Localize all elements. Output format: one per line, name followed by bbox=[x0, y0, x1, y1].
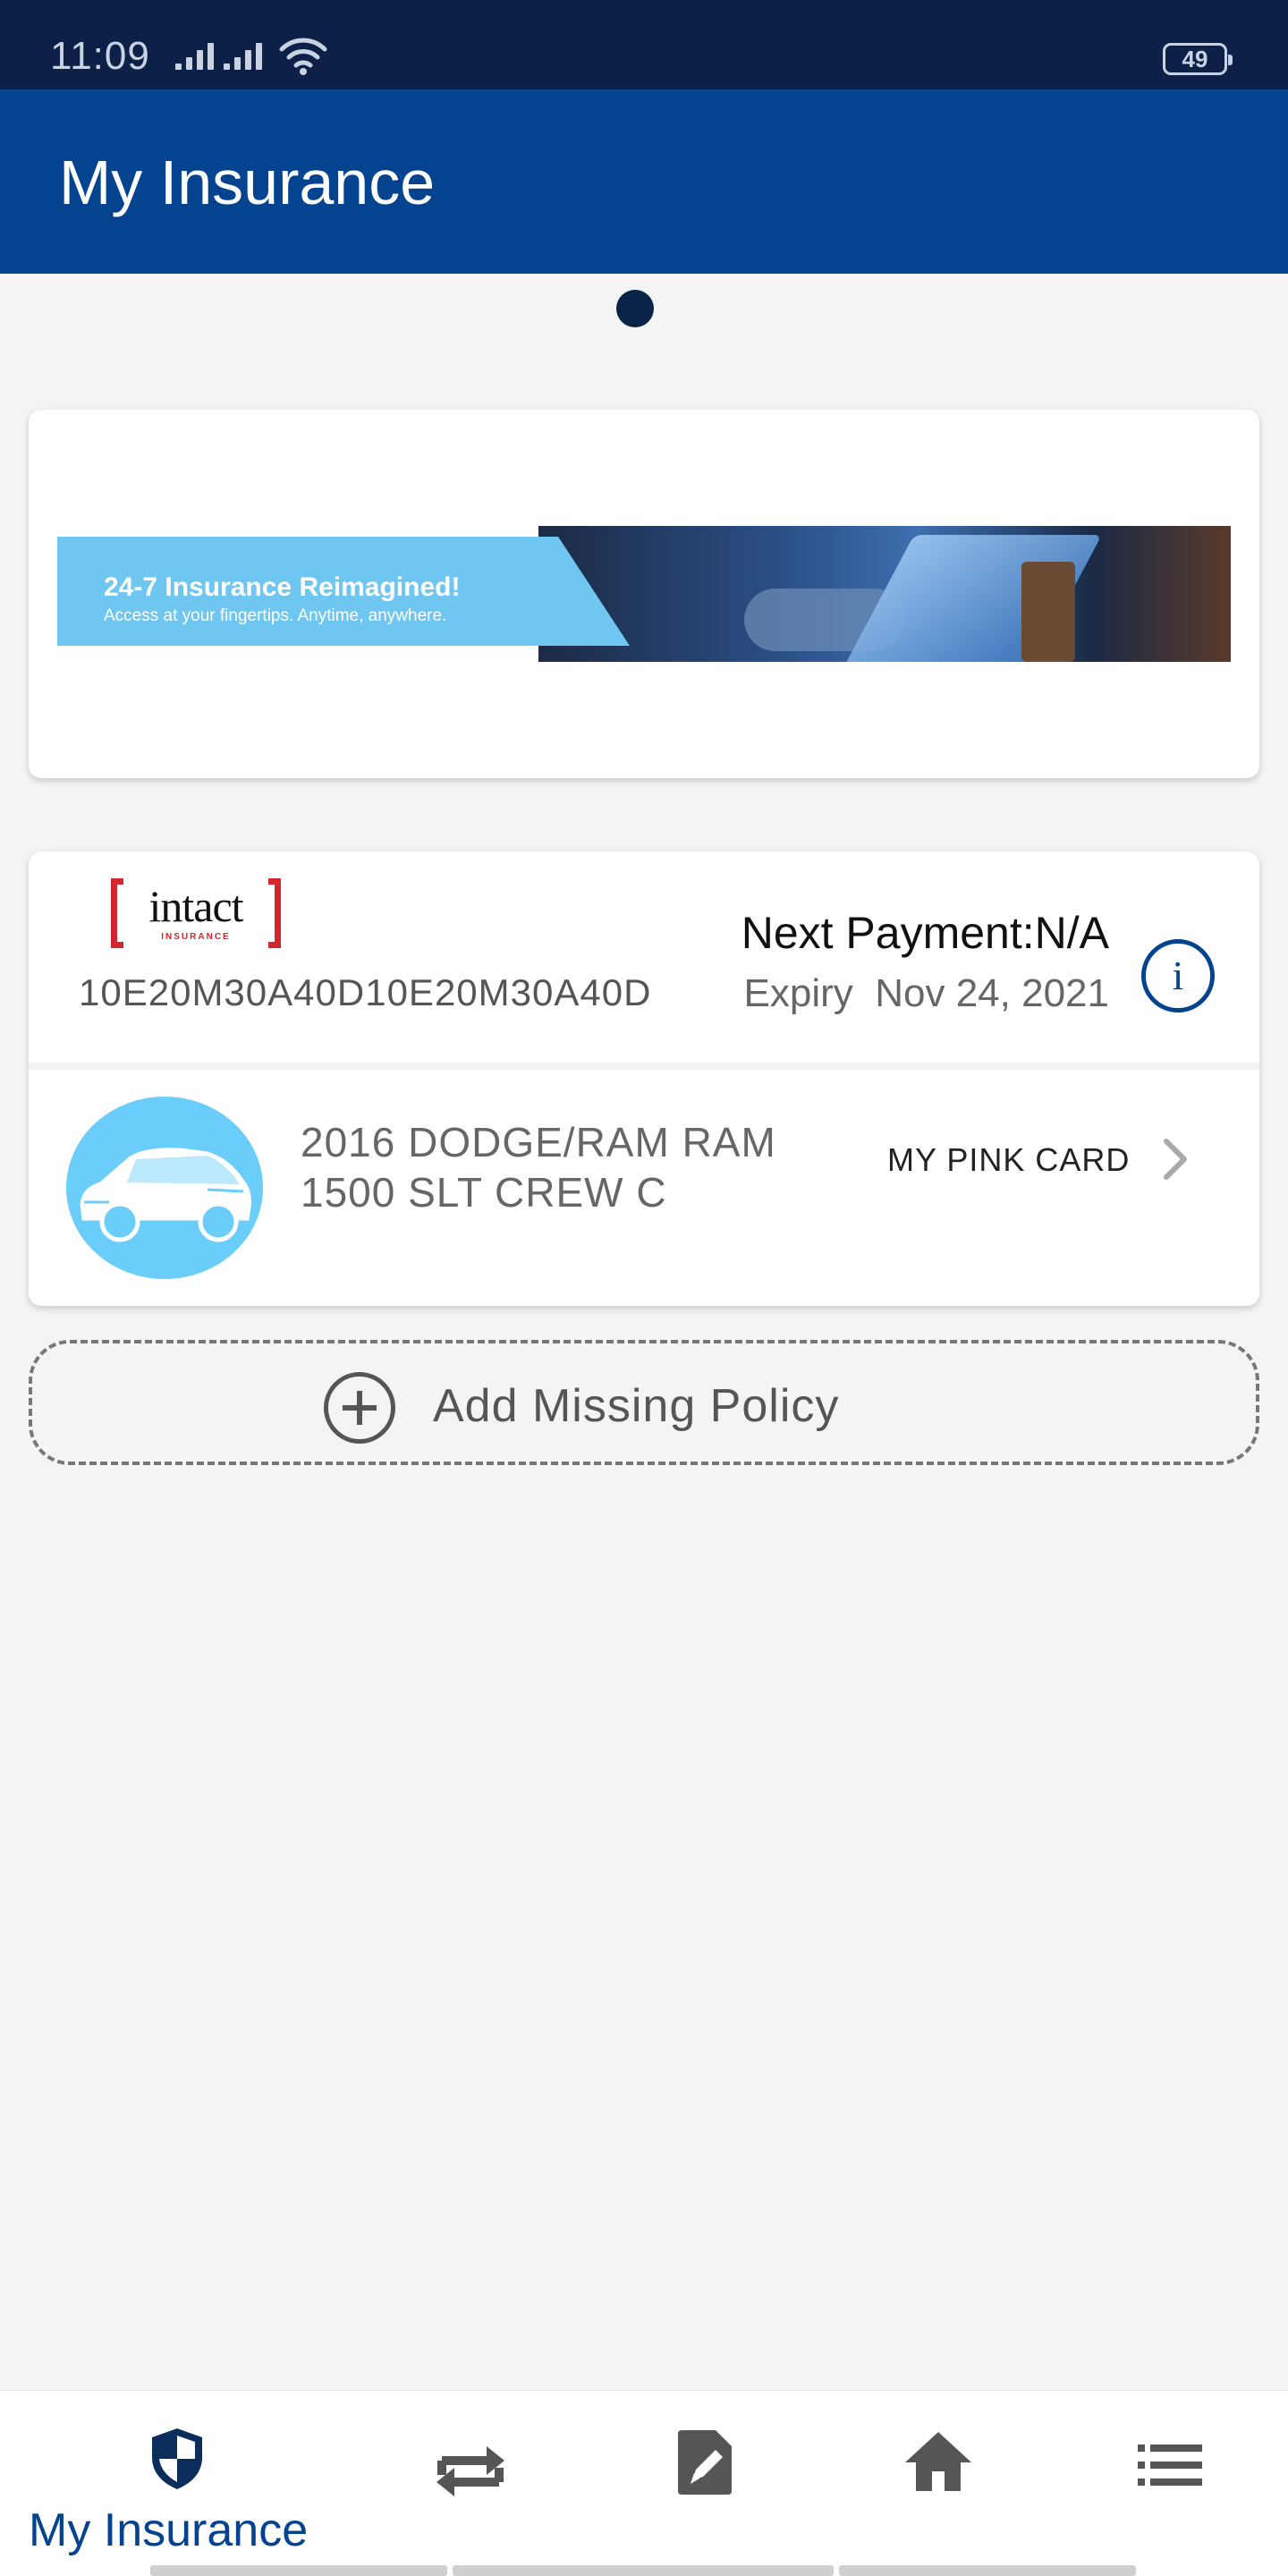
bottom-navigation: My Insurance bbox=[0, 2390, 1288, 2576]
promo-banner-card[interactable]: 24-7 Insurance Reimagined! Access at you… bbox=[29, 410, 1259, 778]
vehicle-trim: 1500 SLT CREW C bbox=[301, 1169, 667, 1216]
my-pink-card-link[interactable]: MY PINK CARD bbox=[887, 1141, 1130, 1179]
add-missing-policy-label: Add Missing Policy bbox=[433, 1380, 840, 1432]
banner-photo bbox=[538, 526, 1231, 662]
tab-indicator bbox=[150, 2565, 447, 2576]
policy-expiry: Expiry Nov 24, 2021 bbox=[743, 971, 1109, 1015]
list-menu-icon bbox=[1138, 2445, 1202, 2486]
app-bar: My Insurance bbox=[0, 89, 1288, 274]
page-title: My Insurance bbox=[59, 148, 436, 217]
nav-item-home[interactable] bbox=[859, 2391, 1038, 2576]
intact-insurance-logo: intact INSURANCE bbox=[111, 878, 281, 948]
add-circle-icon bbox=[324, 1372, 395, 1444]
carousel-page-indicator[interactable] bbox=[616, 290, 654, 327]
policy-card[interactable]: intact INSURANCE 10E20M30A40D10E20M30A40… bbox=[29, 852, 1259, 1306]
next-payment: Next Payment:N/A bbox=[741, 908, 1109, 958]
nav-item-my-insurance[interactable]: My Insurance bbox=[0, 2391, 358, 2576]
chevron-right-icon[interactable] bbox=[1157, 1132, 1193, 1186]
wifi-icon bbox=[279, 38, 327, 75]
nav-item-claims[interactable] bbox=[617, 2391, 796, 2576]
edit-document-icon bbox=[678, 2430, 732, 2495]
transfer-icon bbox=[436, 2446, 504, 2496]
promo-banner[interactable]: 24-7 Insurance Reimagined! Access at you… bbox=[57, 526, 1231, 662]
signal-icon bbox=[224, 39, 262, 70]
banner-headline: 24-7 Insurance Reimagined! bbox=[104, 572, 461, 602]
banner-text-panel: 24-7 Insurance Reimagined! Access at you… bbox=[57, 537, 630, 646]
status-time: 11:09 bbox=[50, 34, 150, 78]
home-icon bbox=[905, 2432, 971, 2491]
nav-item-transfer[interactable] bbox=[385, 2391, 564, 2576]
card-divider bbox=[29, 1063, 1259, 1070]
policy-number: 10E20M30A40D10E20M30A40D bbox=[79, 971, 652, 1013]
nav-label-my-insurance: My Insurance bbox=[29, 2504, 309, 2556]
banner-subline: Access at your fingertips. Anytime, anyw… bbox=[104, 606, 447, 625]
battery-icon: 49 bbox=[1163, 43, 1233, 75]
tab-indicator bbox=[453, 2565, 834, 2576]
status-bar: 11:09 49 bbox=[0, 0, 1288, 89]
vehicle-name: 2016 DODGE/RAM RAM bbox=[301, 1119, 776, 1165]
car-icon bbox=[66, 1097, 263, 1279]
tab-indicator bbox=[839, 2565, 1136, 2576]
shield-icon bbox=[152, 2428, 202, 2489]
info-icon[interactable]: i bbox=[1141, 939, 1215, 1013]
vehicle-row[interactable]: 2016 DODGE/RAM RAM 1500 SLT CREW C MY PI… bbox=[29, 1070, 1259, 1306]
signal-icon bbox=[175, 39, 214, 70]
add-missing-policy-button[interactable]: Add Missing Policy bbox=[29, 1340, 1259, 1465]
nav-item-menu[interactable] bbox=[1091, 2391, 1288, 2576]
